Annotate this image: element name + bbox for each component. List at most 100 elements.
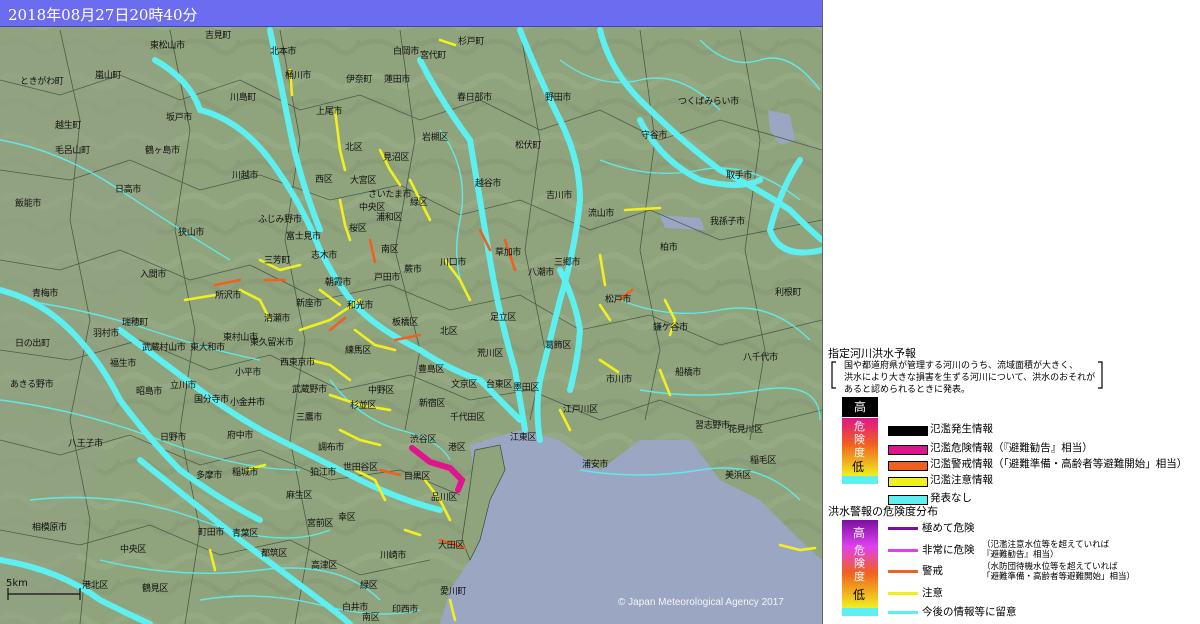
- place-label: 浦安市: [582, 460, 609, 470]
- hazard-item-label: 警戒: [922, 565, 943, 577]
- place-label: 調布市: [318, 443, 345, 453]
- forecast-swatch: [888, 445, 928, 455]
- place-label: つくばみらい市: [678, 97, 739, 107]
- place-label: 三郷市: [554, 258, 581, 268]
- hazard-item-label: 非常に危険: [922, 544, 975, 556]
- place-label: 北区: [440, 327, 458, 337]
- place-label: 中野区: [368, 386, 395, 396]
- copyright-text: © Japan Meteorological Agency 2017: [618, 597, 784, 608]
- hazard-scale-bottom-swatch: [842, 608, 878, 616]
- place-label: 文京区: [451, 380, 478, 390]
- place-label: 板橋区: [392, 318, 419, 328]
- place-label: 戸田市: [374, 273, 401, 283]
- place-label: 麻生区: [286, 491, 313, 501]
- place-label: 緑区: [410, 198, 428, 208]
- place-label: 相模原市: [32, 523, 67, 533]
- place-label: 羽村市: [93, 329, 120, 339]
- place-label: ふじみ野市: [258, 215, 302, 225]
- scale-label: 5km: [6, 578, 28, 589]
- place-label: 松伏町: [515, 141, 542, 151]
- place-label: 朝霞市: [325, 278, 352, 288]
- place-label: 都筑区: [261, 549, 288, 559]
- forecast-scale-high: 高: [842, 397, 878, 417]
- forecast-item-label: 氾濫発生情報: [930, 423, 993, 435]
- place-label: 稲城市: [232, 468, 259, 478]
- place-label: 所沢市: [215, 291, 242, 301]
- place-label: 印西市: [392, 605, 419, 615]
- hazard-line-swatch: [888, 527, 918, 530]
- hazard-scale-low: 低: [853, 588, 866, 602]
- place-label: 緑区: [360, 581, 378, 591]
- place-label: 港区: [448, 443, 466, 453]
- place-label: 流山市: [588, 209, 615, 219]
- legend-panel: 指定河川洪水予報 国や都道府県が管理する河川のうち、流域面積が大きく、 洪水によ…: [822, 0, 1200, 624]
- place-label: 市川市: [606, 375, 633, 385]
- place-label: 日の出町: [15, 339, 50, 349]
- hazard-scale-gradient: 高 危 険 度 低: [842, 520, 878, 608]
- place-label: 杉並区: [350, 401, 377, 411]
- hazard-line-swatch: [888, 549, 918, 552]
- forecast-swatch: [888, 426, 928, 436]
- place-label: 港北区: [82, 581, 109, 591]
- place-label: 狭山市: [178, 228, 205, 238]
- forecast-scale-low-swatch: [842, 476, 878, 484]
- place-label: 小平市: [235, 368, 262, 378]
- hazard-line-swatch: [888, 611, 918, 614]
- forecast-item-label: 氾濫危険情報（『避難勧告』相当）: [930, 442, 1093, 454]
- place-label: 高津区: [311, 561, 338, 571]
- place-label: 世田谷区: [343, 463, 378, 473]
- place-label: 練馬区: [345, 346, 372, 356]
- place-label: 伊奈町: [346, 75, 373, 85]
- place-label: 瑞穂町: [122, 318, 149, 328]
- place-label: 白岡市: [393, 47, 420, 57]
- place-label: 宮代町: [420, 51, 447, 61]
- hazard-distribution-title: 洪水警報の危険度分布: [828, 505, 938, 518]
- place-label: 西東京市: [280, 358, 315, 368]
- timestamp-title: 2018年08月27日20時40分: [8, 6, 198, 24]
- place-label: 富士見市: [286, 232, 321, 242]
- flood-map[interactable]: 2018年08月27日20時40分 東松山市 吉見町 北本市 白岡市 宮代町 杉戸町 ときが…: [0, 0, 823, 624]
- place-label: 府中市: [227, 431, 254, 441]
- place-label: 柏市: [660, 243, 678, 253]
- place-label: 墨田区: [513, 383, 540, 393]
- place-label: 千代田区: [450, 413, 485, 423]
- place-label: 渋谷区: [410, 435, 437, 445]
- place-label: 飯能市: [15, 199, 42, 209]
- forecast-item-label: 氾濫注意情報: [930, 474, 993, 486]
- place-label: 立川市: [170, 381, 197, 391]
- hazard-line-swatch: [888, 570, 918, 573]
- place-label: 宮前区: [307, 519, 334, 529]
- place-label: 花見川区: [728, 425, 763, 435]
- forecast-scale-mid: 危 険 度: [854, 420, 865, 459]
- hazard-scale-mid: 危 険 度: [854, 544, 865, 583]
- place-label: 取手市: [726, 171, 753, 181]
- place-label: 中央区: [120, 545, 147, 555]
- place-label: 三鷹市: [296, 413, 323, 423]
- place-label: 大宮区: [350, 176, 377, 186]
- place-label: 越谷市: [475, 179, 502, 189]
- hazard-item-label: 注意: [922, 587, 943, 599]
- place-label: 青梅市: [32, 289, 59, 299]
- hazard-item-label: 極めて危険: [922, 522, 975, 534]
- place-label: 荒川区: [477, 349, 504, 359]
- place-label: 鶴ヶ島市: [145, 146, 180, 156]
- place-label: 武蔵村山市: [142, 343, 186, 353]
- place-label: 青葉区: [232, 529, 259, 539]
- place-label: 坂戸市: [166, 113, 193, 123]
- place-label: 国分寺市: [194, 395, 229, 405]
- place-label: 越生町: [55, 121, 82, 131]
- place-label: 目黒区: [404, 472, 431, 482]
- place-label: 白井市: [342, 603, 369, 613]
- place-label: 草加市: [495, 248, 522, 258]
- hazard-note-2: （水防団待機水位等を超えていれば 「避難準備・高齢者等避難開始」相当）: [982, 562, 1136, 582]
- place-label: 川口市: [440, 258, 467, 268]
- place-label: 八潮市: [528, 268, 555, 278]
- place-label: 美浜区: [725, 471, 752, 481]
- place-label: 桜区: [349, 224, 367, 234]
- place-label: 台東区: [486, 380, 513, 390]
- hazard-item-label: 今後の情報等に留意: [922, 606, 1017, 618]
- place-label: 狛江市: [310, 468, 337, 478]
- place-label: 桶川市: [285, 71, 312, 81]
- hazard-note-1: （氾濫注意水位等を超えていれば 『避難勧告』相当）: [982, 540, 1110, 560]
- place-label: 清瀬市: [264, 314, 291, 324]
